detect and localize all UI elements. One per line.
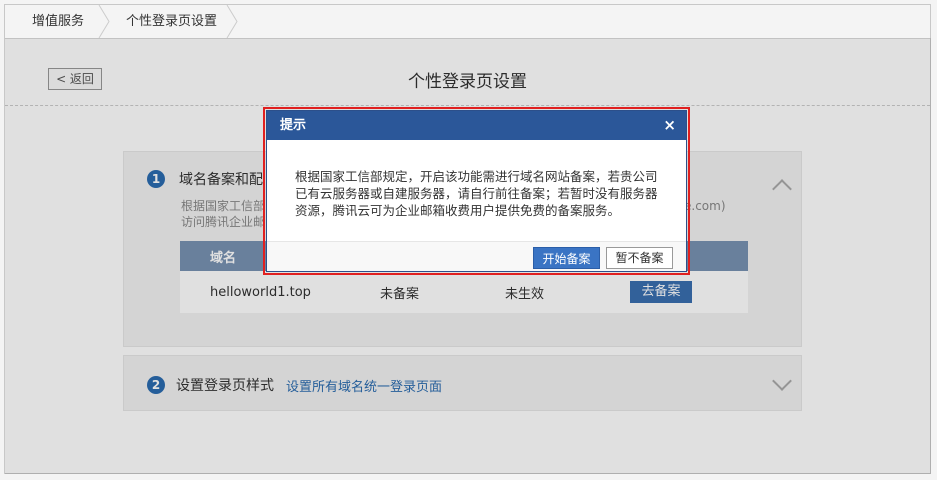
close-icon[interactable]: × — [663, 111, 676, 140]
dialog-title: 提示 — [280, 118, 307, 133]
prompt-dialog: 提示 × 根据国家工信部规定，开启该功能需进行域名网站备案，若贵公司已有云服务器… — [266, 110, 687, 272]
breadcrumb-item-login-page: 个性登录页设置 — [126, 14, 218, 29]
breadcrumb-item-value-added[interactable]: 增值服务 — [32, 5, 84, 38]
breadcrumb-separator-icon — [226, 5, 238, 38]
dialog-message: 根据国家工信部规定，开启该功能需进行域名网站备案，若贵公司已有云服务器或自建服务… — [295, 169, 658, 218]
dialog-footer: 开始备案 暂不备案 — [267, 241, 686, 271]
breadcrumb-separator-icon — [98, 5, 110, 38]
start-filing-button[interactable]: 开始备案 — [533, 247, 600, 269]
dialog-header: 提示 × — [267, 111, 686, 140]
breadcrumb: 增值服务 个性登录页设置 — [5, 5, 930, 39]
skip-filing-button[interactable]: 暂不备案 — [606, 247, 673, 269]
